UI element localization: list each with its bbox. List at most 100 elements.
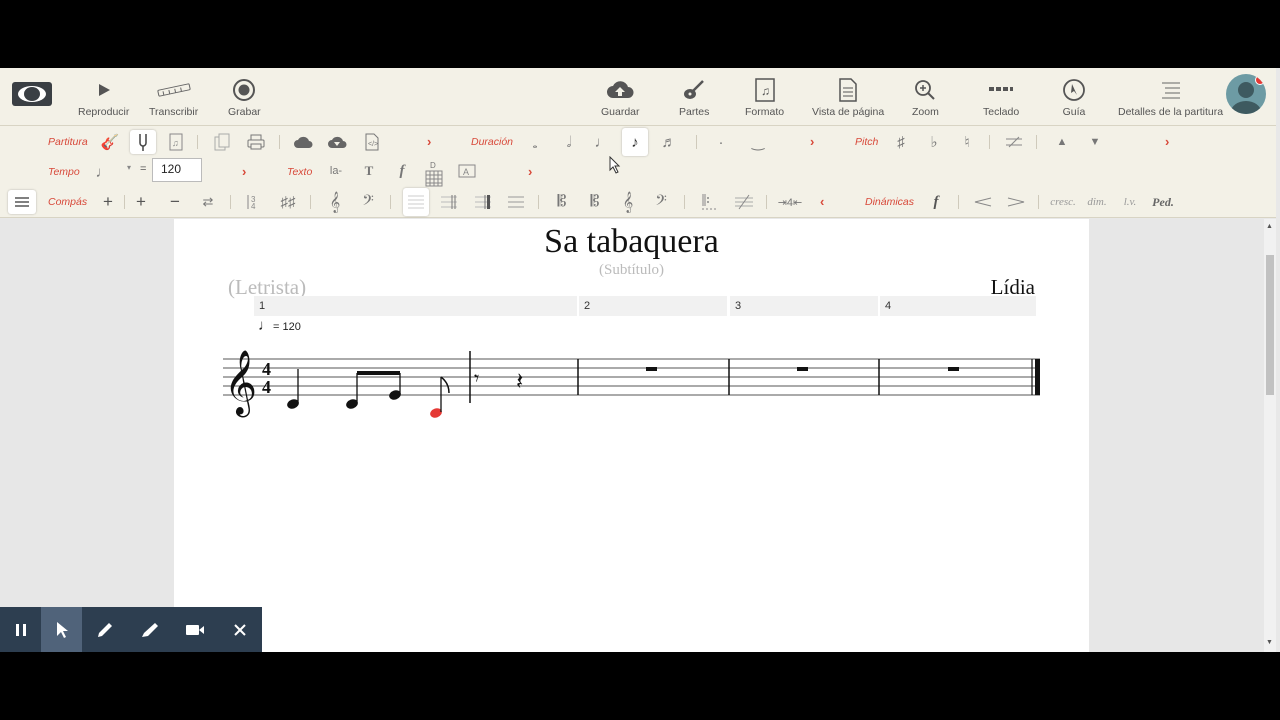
- single-barline-icon[interactable]: [403, 188, 429, 216]
- copy-icon[interactable]: [209, 130, 235, 154]
- note-eighth-selected: [430, 376, 450, 418]
- menu-icon[interactable]: [8, 190, 36, 214]
- cresc-button[interactable]: cresc.: [1050, 190, 1076, 214]
- score-title[interactable]: Sa tabaquera: [174, 223, 1089, 261]
- quarter-note-icon[interactable]: ♩: [589, 130, 615, 154]
- bass-clef-icon[interactable]: 𝄢: [355, 190, 381, 214]
- chevron-right-icon[interactable]: ›: [810, 134, 814, 149]
- multi-rest-icon[interactable]: ⇥4⇤: [777, 190, 803, 214]
- page-view-button[interactable]: Vista de página: [812, 76, 884, 118]
- chevron-right-icon[interactable]: ›: [528, 164, 532, 179]
- record-button[interactable]: Grabar: [228, 76, 261, 118]
- time-signature-icon[interactable]: 34: [242, 190, 268, 214]
- slash-notation-icon[interactable]: [731, 190, 757, 214]
- parts-button[interactable]: Partes: [679, 76, 709, 118]
- tempo-input[interactable]: 120: [152, 158, 202, 182]
- add-measure-icon[interactable]: +: [128, 190, 154, 214]
- treble-clef-icon[interactable]: 𝄞: [322, 190, 348, 214]
- final-barline-icon[interactable]: [470, 190, 496, 214]
- score-details-button[interactable]: Detalles de la partitura: [1118, 76, 1223, 118]
- measure-number-4[interactable]: 4: [880, 296, 1036, 316]
- treble-8-clef-icon[interactable]: 𝄞: [615, 190, 641, 214]
- score-subtitle[interactable]: (Subtítulo): [174, 262, 1089, 279]
- pause-button[interactable]: [0, 607, 41, 652]
- close-button[interactable]: [217, 607, 262, 652]
- separator: [538, 195, 539, 209]
- lyrics-button[interactable]: la-: [323, 159, 349, 183]
- tie-icon[interactable]: ‿: [745, 130, 771, 154]
- staff-system[interactable]: 𝄞 4 4 𝄾 𝄽: [174, 329, 1089, 449]
- text-box-icon[interactable]: A: [454, 159, 480, 183]
- tuning-fork-icon[interactable]: [130, 130, 156, 154]
- natural-icon[interactable]: ♮: [954, 130, 980, 154]
- key-signature-icon[interactable]: ♯♯: [275, 190, 301, 214]
- diminuendo-hairpin-icon[interactable]: [1003, 190, 1029, 214]
- scrollbar-thumb[interactable]: [1266, 255, 1274, 395]
- cloud-upload-small-icon[interactable]: [290, 130, 316, 154]
- pen-button[interactable]: [82, 607, 127, 652]
- pitch-down-icon[interactable]: ▼: [1082, 130, 1108, 154]
- forte-button[interactable]: f: [923, 190, 949, 214]
- repeat-icon[interactable]: ⇄: [195, 190, 221, 214]
- lv-button[interactable]: l.v.: [1117, 190, 1143, 214]
- remove-measure-icon[interactable]: −: [162, 190, 188, 214]
- camera-button[interactable]: [172, 607, 217, 652]
- add-measure-end-icon[interactable]: +: [95, 190, 121, 214]
- chevron-right-icon[interactable]: ›: [1165, 134, 1169, 149]
- dropdown-arrow-icon[interactable]: ▾: [127, 163, 131, 172]
- measure-number-1[interactable]: 1: [254, 296, 577, 316]
- half-note-icon[interactable]: 𝅗𝅥: [556, 130, 582, 154]
- staff-lines-icon[interactable]: [503, 190, 529, 214]
- instrument-icon[interactable]: 🎸: [97, 130, 123, 154]
- svg-text:4: 4: [251, 202, 256, 210]
- alto-clef-icon[interactable]: 𝄡: [549, 190, 575, 214]
- chevron-right-icon[interactable]: ›: [242, 164, 246, 179]
- cloud-download-icon[interactable]: [324, 130, 350, 154]
- score-details-label: Detalles de la partitura: [1118, 106, 1224, 118]
- guide-button[interactable]: Guía: [1062, 76, 1086, 118]
- flat-icon[interactable]: ♭: [921, 130, 947, 154]
- highlighter-button[interactable]: [127, 607, 172, 652]
- print-icon[interactable]: [243, 130, 269, 154]
- repeat-start-icon[interactable]: [697, 190, 723, 214]
- score-sheet-icon[interactable]: ♫: [163, 130, 189, 154]
- sixteenth-note-icon[interactable]: ♬: [656, 130, 682, 154]
- pedal-button[interactable]: Ped.: [1148, 190, 1178, 214]
- transpose-icon[interactable]: [1001, 130, 1027, 154]
- transcribe-button[interactable]: Transcribir: [149, 76, 198, 118]
- eighth-note-icon[interactable]: ♪: [622, 128, 648, 156]
- save-button[interactable]: Guardar: [601, 76, 640, 118]
- chord-diagram-icon[interactable]: D: [421, 159, 447, 189]
- section-label-texto: Texto: [287, 166, 313, 178]
- zoom-button[interactable]: Zoom: [912, 76, 939, 118]
- measure-number-3[interactable]: 3: [730, 296, 878, 316]
- app-logo-icon[interactable]: [12, 80, 54, 110]
- pointer-button[interactable]: [41, 607, 82, 652]
- tenor-clef-icon[interactable]: 𝄡: [582, 190, 608, 214]
- text-button[interactable]: T: [356, 159, 382, 183]
- measure-number-2[interactable]: 2: [579, 296, 727, 316]
- pitch-up-icon[interactable]: ▲: [1049, 130, 1075, 154]
- vertical-scrollbar[interactable]: ▲ ▼: [1264, 219, 1276, 652]
- scroll-up-icon[interactable]: ▲: [1266, 223, 1273, 230]
- bass-clef-alt-icon[interactable]: 𝄢: [648, 190, 674, 214]
- chevron-left-icon[interactable]: ‹: [820, 194, 824, 209]
- sharp-icon[interactable]: ♯: [888, 130, 914, 154]
- whole-note-icon[interactable]: 𝅝: [522, 132, 548, 156]
- note-eighth-c: [346, 373, 358, 409]
- chevron-right-icon[interactable]: ›: [427, 134, 431, 149]
- user-avatar[interactable]: [1226, 74, 1266, 114]
- dynamic-text-button[interactable]: f: [389, 159, 415, 183]
- format-button[interactable]: ♫ Formato: [745, 76, 784, 118]
- play-button[interactable]: Reproducir: [78, 76, 129, 118]
- keyboard-button[interactable]: Teclado: [983, 76, 1019, 118]
- double-barline-icon[interactable]: [436, 190, 462, 214]
- separator: [310, 195, 311, 209]
- export-code-icon[interactable]: </>: [359, 130, 385, 154]
- editing-toolbar: Partitura 🎸 ♫ </> › Duración 𝅝 𝅗𝅥 ♩ ♪ ♬ …: [0, 126, 1276, 218]
- dot-icon[interactable]: ·: [708, 130, 734, 154]
- tempo-quarter-note-icon[interactable]: ♩: [90, 160, 116, 184]
- scroll-down-icon[interactable]: ▼: [1266, 639, 1273, 646]
- crescendo-hairpin-icon[interactable]: [970, 190, 996, 214]
- dim-button[interactable]: dim.: [1084, 190, 1110, 214]
